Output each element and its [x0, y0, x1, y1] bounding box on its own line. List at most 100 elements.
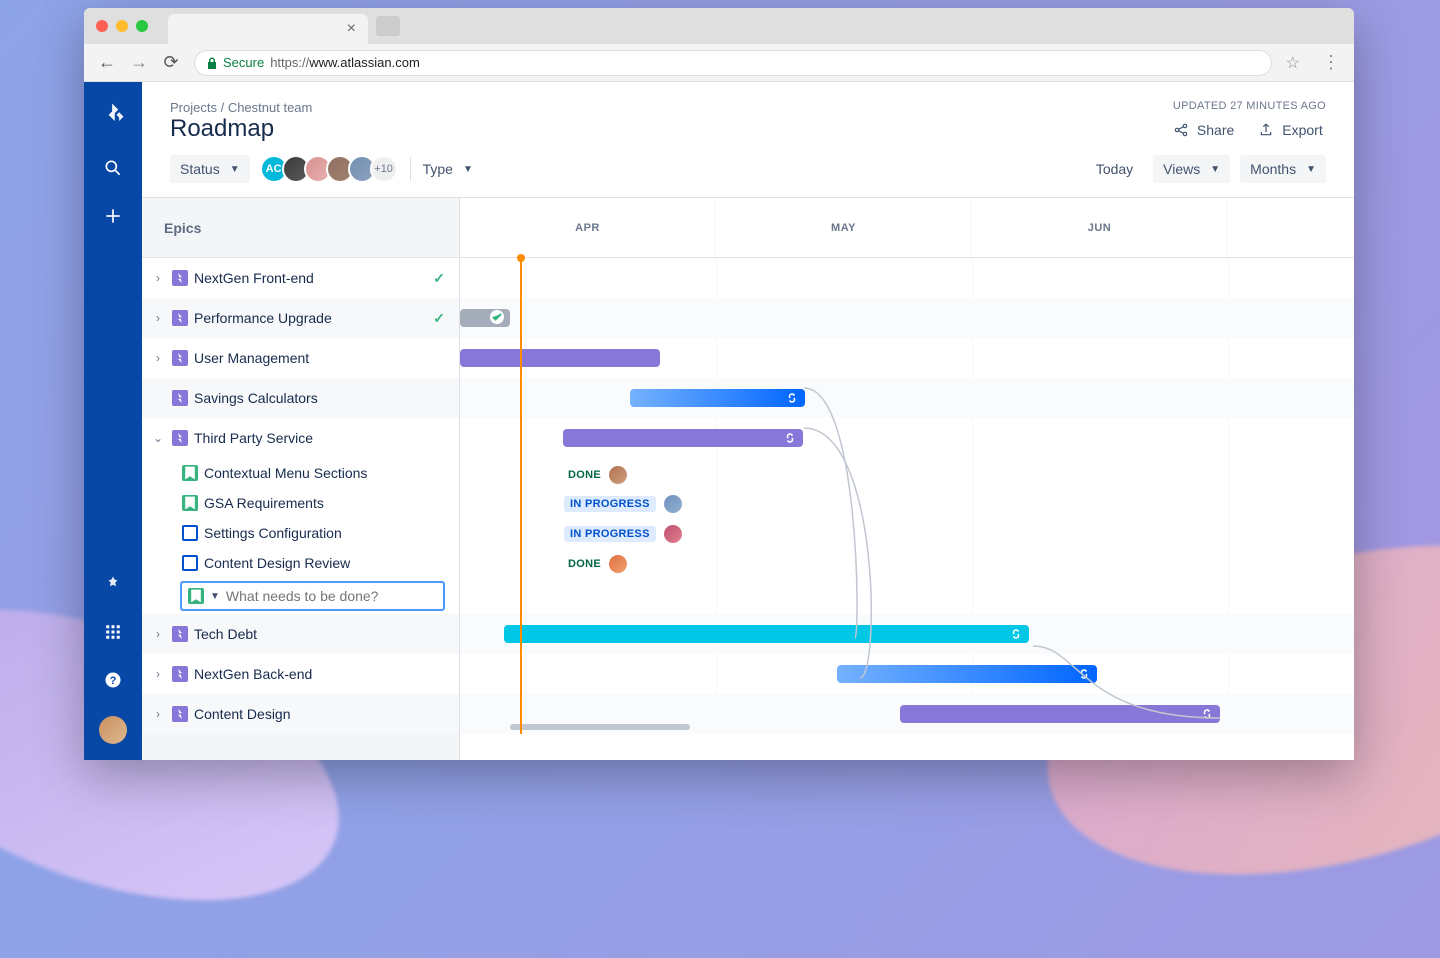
chevron-down-icon: ▼ [230, 164, 240, 175]
bookmark-icon[interactable]: ☆ [1286, 53, 1300, 73]
status-badge: DONE [568, 466, 627, 484]
epic-row[interactable]: › Content Design [142, 694, 459, 734]
task-row[interactable]: Settings Configuration [142, 518, 459, 548]
expand-icon[interactable]: › [150, 311, 166, 325]
close-window-button[interactable] [96, 20, 108, 32]
type-filter[interactable]: Type ▼ [423, 161, 473, 177]
story-row[interactable]: GSA Requirements [142, 488, 459, 518]
status-badge: IN PROGRESS [564, 495, 682, 513]
page-title: Roadmap [170, 115, 312, 143]
epic-row[interactable]: › NextGen Front-end ✓ [142, 258, 459, 298]
timeline-row: IN PROGRESS [460, 488, 1354, 518]
epic-bar[interactable] [563, 429, 803, 447]
global-sidebar: ? [84, 82, 142, 760]
breadcrumb-team[interactable]: Chestnut team [228, 100, 313, 115]
create-icon[interactable] [101, 204, 125, 228]
timeline-row [460, 418, 1354, 458]
create-input-wrap[interactable]: ▼ [180, 581, 445, 611]
export-button[interactable]: Export [1258, 122, 1322, 138]
minimize-window-button[interactable] [116, 20, 128, 32]
back-button[interactable]: ← [98, 52, 116, 73]
expand-icon[interactable]: › [150, 271, 166, 285]
today-button[interactable]: Today [1086, 155, 1143, 183]
status-label: Status [180, 161, 220, 177]
jira-logo[interactable] [99, 100, 127, 128]
epic-bar[interactable] [460, 349, 660, 367]
epic-row[interactable]: ⌄ Third Party Service [142, 418, 459, 458]
collapse-icon[interactable]: ⌄ [150, 431, 166, 445]
epic-icon [172, 666, 188, 682]
share-button[interactable]: Share [1173, 122, 1234, 138]
app-switcher-icon[interactable] [101, 620, 125, 644]
epic-bar[interactable] [837, 665, 1097, 683]
reload-button[interactable]: ⟳ [162, 52, 180, 73]
maximize-window-button[interactable] [136, 20, 148, 32]
epic-label: Performance Upgrade [194, 310, 332, 326]
breadcrumb-projects[interactable]: Projects [170, 100, 217, 115]
secure-indicator: Secure [207, 55, 264, 70]
today-line [520, 258, 522, 734]
epic-row[interactable]: › Performance Upgrade ✓ [142, 298, 459, 338]
status-badge: DONE [568, 555, 627, 573]
export-icon [1258, 122, 1274, 138]
close-tab-icon[interactable]: × [347, 20, 356, 38]
search-icon[interactable] [101, 156, 125, 180]
address-bar[interactable]: Secure https:// www.atlassian.com [194, 50, 1272, 76]
link-icon [1009, 627, 1023, 641]
views-button[interactable]: Views ▼ [1153, 155, 1230, 183]
timeline-row [460, 378, 1354, 418]
epic-row[interactable]: › Tech Debt [142, 614, 459, 654]
epic-icon [172, 706, 188, 722]
month-label: APR [460, 198, 716, 257]
profile-avatar[interactable] [99, 716, 127, 744]
task-row[interactable]: Content Design Review [142, 548, 459, 578]
assignee-filter[interactable]: AC +10 [266, 155, 398, 183]
browser-tab[interactable]: × [168, 14, 368, 44]
epic-row[interactable]: › Savings Calculators [142, 378, 459, 418]
epic-bar[interactable] [460, 309, 510, 327]
done-check-icon [490, 310, 504, 324]
notifications-icon[interactable] [101, 572, 125, 596]
updated-label: UPDATED 27 MINUTES AGO [1173, 100, 1326, 112]
months-button[interactable]: Months ▼ [1240, 155, 1326, 183]
expand-icon[interactable]: › [150, 667, 166, 681]
epic-bar[interactable] [504, 625, 1029, 643]
epic-row[interactable]: › User Management [142, 338, 459, 378]
forward-button[interactable]: → [130, 52, 148, 73]
month-label: MAY [716, 198, 972, 257]
avatar [609, 466, 627, 484]
browser-toolbar: ← → ⟳ Secure https:// www.atlassian.com … [84, 44, 1354, 82]
task-label: Settings Configuration [204, 525, 342, 541]
story-icon [182, 495, 198, 511]
status-filter[interactable]: Status ▼ [170, 155, 250, 183]
story-icon [188, 588, 204, 604]
help-icon[interactable]: ? [101, 668, 125, 692]
expand-icon[interactable]: › [150, 627, 166, 641]
epic-icon [172, 430, 188, 446]
new-tab-button[interactable] [376, 16, 400, 36]
epic-bar[interactable] [900, 705, 1220, 723]
views-label: Views [1163, 161, 1200, 177]
type-label: Type [423, 161, 453, 177]
timeline-header: APR MAY JUN [460, 198, 1354, 258]
horizontal-scrollbar[interactable] [510, 724, 690, 730]
epic-row[interactable]: › NextGen Back-end [142, 654, 459, 694]
timeline-row: DONE [460, 458, 1354, 488]
expand-icon[interactable]: › [150, 351, 166, 365]
story-row[interactable]: Contextual Menu Sections [142, 458, 459, 488]
task-label: Content Design Review [204, 555, 350, 571]
epic-icon [172, 626, 188, 642]
browser-menu-icon[interactable]: ⋮ [1322, 52, 1340, 73]
epic-bar[interactable] [630, 389, 805, 407]
lock-icon [207, 57, 217, 69]
epic-label: Tech Debt [194, 626, 257, 642]
breadcrumb: Projects / Chestnut team [170, 100, 312, 115]
url-host: www.atlassian.com [309, 55, 420, 70]
task-icon [182, 525, 198, 541]
expand-icon[interactable]: › [150, 707, 166, 721]
today-marker [517, 254, 525, 262]
chevron-down-icon[interactable]: ▼ [210, 591, 220, 602]
avatar-more[interactable]: +10 [370, 155, 398, 183]
svg-text:?: ? [110, 675, 117, 687]
create-input[interactable] [226, 588, 437, 604]
